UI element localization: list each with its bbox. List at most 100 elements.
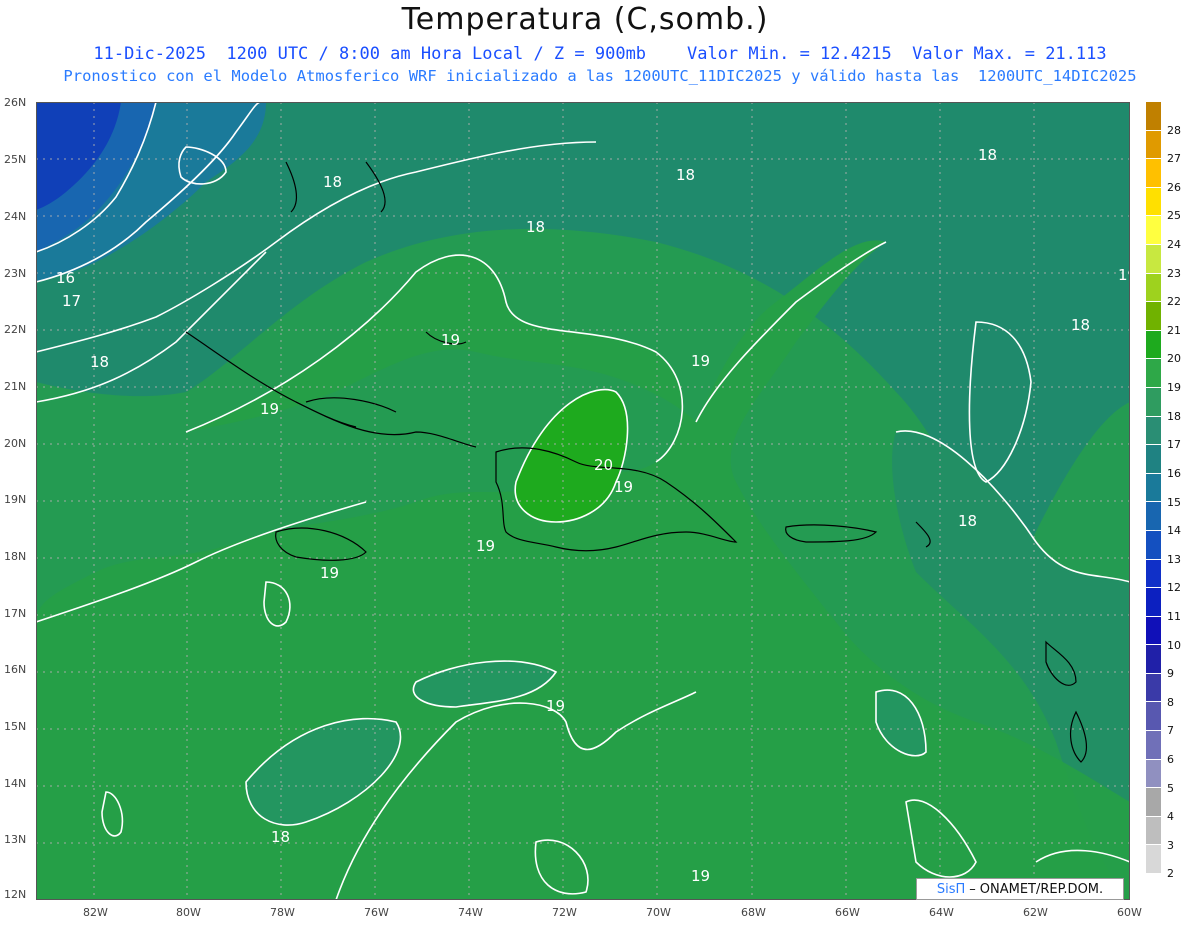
color-scale-label: 27 [1167, 152, 1181, 166]
color-scale-swatch [1146, 445, 1161, 474]
lat-label: 15N [4, 720, 27, 733]
color-scale-swatch [1146, 645, 1161, 674]
contour-label: 18 [676, 166, 695, 184]
color-scale-label: 16 [1167, 466, 1181, 480]
color-scale-swatch [1146, 244, 1161, 274]
color-scale-label: 19 [1167, 381, 1181, 395]
lat-label: 19N [4, 493, 27, 506]
color-scale-label: 21 [1167, 323, 1181, 337]
color-scale-swatch [1146, 588, 1161, 617]
lon-label: 78W [270, 906, 295, 919]
credit-dash: – [969, 881, 976, 897]
color-scale-swatch [1146, 187, 1161, 217]
color-scale-label: 2 [1167, 867, 1174, 881]
credit-box: SisΠ – ONAMET/REP.DOM. [916, 878, 1124, 900]
contour-label: 16 [56, 269, 75, 287]
color-scale-swatch [1146, 616, 1161, 646]
color-scale-swatch [1146, 416, 1161, 446]
map-title: Temperatura (C,somb.) [401, 2, 769, 37]
color-scale-swatch [1146, 874, 1161, 903]
lon-label: 82W [83, 906, 108, 919]
color-scale-label: 14 [1167, 524, 1181, 538]
color-scale-label: 5 [1167, 781, 1174, 795]
color-scale-swatch [1146, 559, 1161, 589]
color-scale-swatch [1146, 702, 1161, 732]
color-scale-label: 10 [1167, 638, 1181, 652]
lat-label: 16N [4, 663, 27, 676]
color-scale-swatch [1146, 273, 1161, 303]
color-scale-swatch [1146, 530, 1161, 560]
contour-label: 19 [691, 352, 710, 370]
color-scale-label: 18 [1167, 409, 1181, 423]
color-scale-swatch [1146, 759, 1161, 789]
credit-text: ONAMET/REP.DOM. [979, 881, 1104, 897]
color-scale-label: 15 [1167, 495, 1181, 509]
lat-label: 26N [4, 96, 27, 109]
contour-label: 19 [546, 697, 565, 715]
color-scale-label: 22 [1167, 295, 1181, 309]
lon-label: 70W [646, 906, 671, 919]
lat-label: 25N [4, 153, 27, 166]
lon-label: 72W [552, 906, 577, 919]
lon-label: 68W [741, 906, 766, 919]
lat-label: 23N [4, 267, 27, 280]
color-scale-label: 12 [1167, 581, 1181, 595]
color-scale-label: 7 [1167, 724, 1174, 738]
lat-label: 20N [4, 437, 27, 450]
contour-label: 18 [1071, 316, 1090, 334]
color-scale-label: 3 [1167, 838, 1174, 852]
contour-label: 19 [476, 537, 495, 555]
contour-label: 20 [594, 456, 613, 474]
color-scale-label: 6 [1167, 752, 1174, 766]
color-scale-label: 23 [1167, 266, 1181, 280]
color-scale-swatch [1146, 330, 1161, 360]
color-scale-swatch [1146, 673, 1161, 703]
color-scale-swatch [1146, 302, 1161, 331]
color-scale-label: 17 [1167, 438, 1181, 452]
contour-label: 18 [958, 512, 977, 530]
color-scale-label: 20 [1167, 352, 1181, 366]
color-scale-swatch [1146, 502, 1161, 531]
contour-label: 19 [691, 867, 710, 885]
subtitle-model-info: Pronostico con el Modelo Atmosferico WRF… [63, 67, 1137, 85]
color-scale-label: 9 [1167, 667, 1174, 681]
temperature-map: 16 17 18 18 18 18 18 18 18 18 19 19 19 1… [36, 102, 1130, 900]
contour-label: 18 [90, 353, 109, 371]
lat-label: 21N [4, 380, 27, 393]
contour-label: 17 [62, 292, 81, 310]
lat-label: 12N [4, 888, 27, 901]
lon-label: 80W [176, 906, 201, 919]
subtitle-valid-time: 11-Dic-2025 1200 UTC / 8:00 am Hora Loca… [93, 44, 1107, 64]
lon-label: 64W [929, 906, 954, 919]
color-scale-label: 13 [1167, 552, 1181, 566]
contour-label: 19 [260, 400, 279, 418]
color-scale-label: 24 [1167, 238, 1181, 252]
lon-label: 60W [1117, 906, 1142, 919]
color-scale-swatch [1146, 845, 1161, 875]
lat-label: 22N [4, 323, 27, 336]
contour-label: 18 [978, 146, 997, 164]
contour-label: 18 [271, 828, 290, 846]
contour-label: 19 [1118, 266, 1130, 284]
color-scale-label: 26 [1167, 180, 1181, 194]
color-scale-swatch [1146, 788, 1161, 817]
lon-label: 76W [364, 906, 389, 919]
lon-label: 66W [835, 906, 860, 919]
color-scale-label: 4 [1167, 810, 1174, 824]
lon-label: 74W [458, 906, 483, 919]
lat-label: 24N [4, 210, 27, 223]
color-scale-swatch [1146, 216, 1161, 245]
lat-label: 14N [4, 777, 27, 790]
color-scale-swatch [1146, 731, 1161, 760]
color-scale-label: 8 [1167, 695, 1174, 709]
color-scale-label: 11 [1167, 609, 1181, 623]
color-scale-swatch [1146, 816, 1161, 846]
lon-label: 62W [1023, 906, 1048, 919]
lat-label: 17N [4, 607, 27, 620]
lat-label: 18N [4, 550, 27, 563]
contour-label: 18 [323, 173, 342, 191]
color-scale-bar [1146, 102, 1161, 903]
color-scale-swatch [1146, 102, 1161, 131]
color-scale-label: 28 [1167, 123, 1181, 137]
contour-label: 19 [614, 478, 633, 496]
